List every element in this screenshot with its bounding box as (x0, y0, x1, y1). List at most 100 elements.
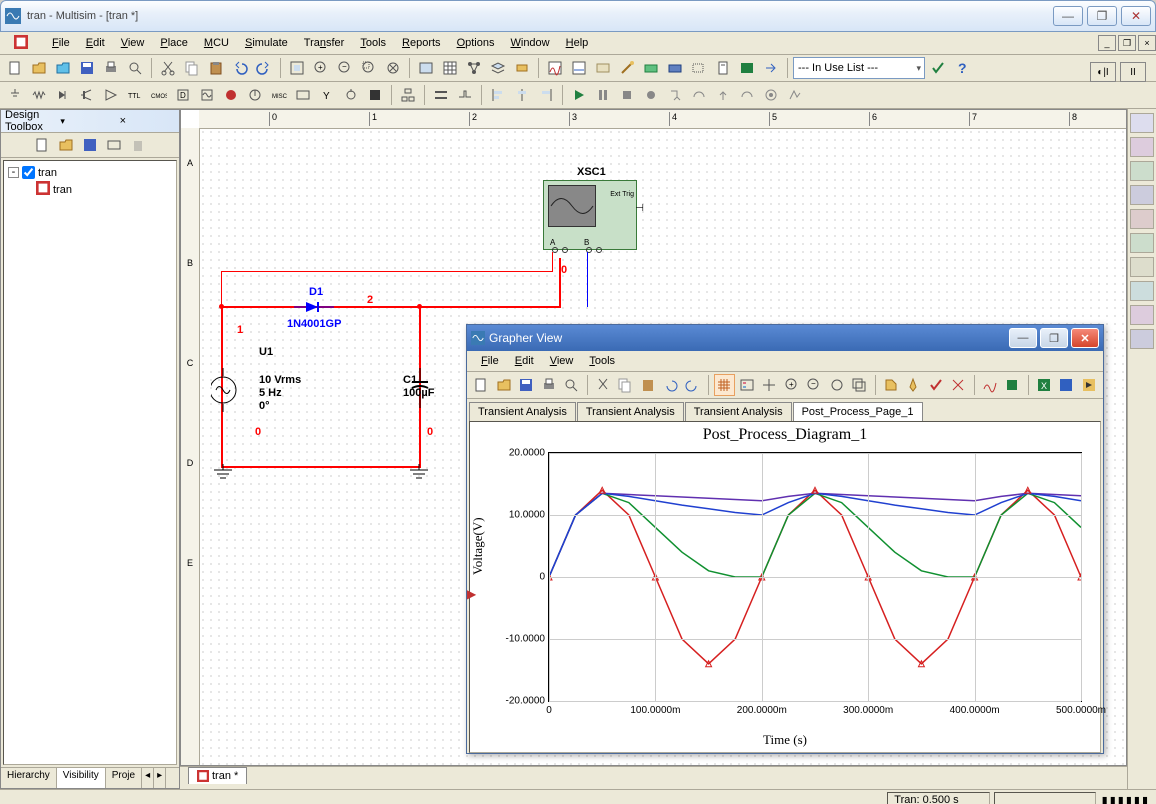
multimeter-icon[interactable] (1130, 113, 1154, 133)
mcu-icon[interactable] (364, 84, 386, 106)
in-use-list-dropdown[interactable]: --- In Use List --- (793, 57, 925, 79)
menu-options[interactable]: Options (449, 35, 503, 51)
gmenu-file[interactable]: File (473, 353, 507, 369)
g-zoomout-icon[interactable]: − (804, 374, 825, 396)
open-icon[interactable] (28, 57, 50, 79)
word-gen-icon[interactable] (1130, 281, 1154, 301)
g-tag-icon[interactable] (881, 374, 902, 396)
g-marker-icon[interactable] (903, 374, 924, 396)
component-icon[interactable] (511, 57, 533, 79)
cut-icon[interactable] (157, 57, 179, 79)
postprocess-icon[interactable] (568, 57, 590, 79)
check-icon[interactable] (927, 57, 949, 79)
g-zoomfit-icon[interactable] (827, 374, 848, 396)
db-icon[interactable] (415, 57, 437, 79)
grapher-close[interactable]: ✕ (1071, 328, 1099, 348)
delete-icon[interactable] (127, 134, 149, 156)
align-right-icon[interactable] (535, 84, 557, 106)
run-icon[interactable] (568, 84, 590, 106)
mdi-restore[interactable]: ❐ (1118, 35, 1136, 51)
junction-icon[interactable] (454, 84, 476, 106)
gmenu-tools[interactable]: Tools (581, 353, 623, 369)
menu-place[interactable]: Place (152, 35, 196, 51)
g-zoomin-icon[interactable]: + (782, 374, 803, 396)
step-back-icon[interactable] (736, 84, 758, 106)
logic-converter-icon[interactable] (1130, 329, 1154, 349)
trace-icon[interactable] (784, 84, 806, 106)
g-save-icon[interactable] (516, 374, 537, 396)
breadboard-icon[interactable] (592, 57, 614, 79)
copy-icon[interactable] (181, 57, 203, 79)
wattmeter-icon[interactable] (1130, 161, 1154, 181)
grapher-window[interactable]: Grapher View — ❐ ✕ File Edit View Tools … (466, 324, 1104, 754)
4ch-scope-icon[interactable] (1130, 209, 1154, 229)
minimize-button[interactable]: — (1053, 6, 1083, 26)
undo-icon[interactable] (229, 57, 251, 79)
design-tree[interactable]: - tran tran (3, 160, 177, 765)
ttl-icon[interactable]: TTL (124, 84, 146, 106)
tab-visibility[interactable]: Visibility (57, 768, 106, 788)
pause-icon2[interactable]: II (1120, 62, 1146, 82)
misc-digital-icon[interactable]: D (172, 84, 194, 106)
oscilloscope-icon[interactable] (1130, 185, 1154, 205)
g-clear-icon[interactable] (948, 374, 969, 396)
g-paste-icon[interactable] (638, 374, 659, 396)
bode-icon[interactable] (1130, 233, 1154, 253)
redo-icon[interactable] (253, 57, 275, 79)
hierarchy-icon[interactable] (397, 84, 419, 106)
forward-icon[interactable] (760, 57, 782, 79)
gtab-0[interactable]: Transient Analysis (469, 402, 576, 421)
g-labview-icon[interactable] (1079, 374, 1100, 396)
tree-root[interactable]: - tran (8, 165, 172, 180)
open-sample-icon[interactable] (52, 57, 74, 79)
menu-help[interactable]: Help (558, 35, 597, 51)
doc-tab-tran[interactable]: tran * (188, 767, 247, 784)
record-icon[interactable] (640, 84, 662, 106)
tree-child[interactable]: tran (36, 180, 172, 199)
tree-expand-icon[interactable]: - (8, 167, 19, 178)
mdi-minimize[interactable]: _ (1098, 35, 1116, 51)
cmos-icon[interactable]: CMOS (148, 84, 170, 106)
g-export-icon[interactable] (1002, 374, 1023, 396)
opamp-icon[interactable] (100, 84, 122, 106)
grapher-minimize[interactable]: — (1009, 328, 1037, 348)
menu-mcu[interactable]: MCU (196, 35, 237, 51)
elvis-icon[interactable] (640, 57, 662, 79)
maximize-button[interactable]: ❐ (1087, 6, 1117, 26)
mdi-close[interactable]: × (1138, 35, 1156, 51)
menu-transfer[interactable]: Transfer (296, 35, 353, 51)
mixed-icon[interactable] (196, 84, 218, 106)
breakpoint-icon[interactable] (760, 84, 782, 106)
panel-menu-icon[interactable]: ▾ (60, 116, 115, 127)
elvis2-icon[interactable] (664, 57, 686, 79)
g-excel-icon[interactable]: X (1033, 374, 1054, 396)
g-copy-icon[interactable] (615, 374, 636, 396)
nets-icon[interactable] (463, 57, 485, 79)
print-preview-icon[interactable] (124, 57, 146, 79)
pause-icon[interactable] (592, 84, 614, 106)
tab-scroll-right[interactable]: ▸ (154, 768, 166, 788)
save-project-icon[interactable] (79, 134, 101, 156)
indicator-icon[interactable] (220, 84, 242, 106)
align-left-icon[interactable] (487, 84, 509, 106)
gtab-3[interactable]: Post_Process_Page_1 (793, 402, 923, 421)
oscilloscope-xsc1[interactable]: Ext Trig ⊣ A B (543, 180, 637, 250)
g-undo-icon[interactable] (660, 374, 681, 396)
find-icon[interactable] (688, 57, 710, 79)
gmenu-view[interactable]: View (542, 353, 582, 369)
g-preview-icon[interactable] (561, 374, 582, 396)
diode-icon[interactable] (52, 84, 74, 106)
g-legend-icon[interactable] (737, 374, 758, 396)
step-into-icon[interactable] (664, 84, 686, 106)
close-button[interactable]: ✕ (1121, 6, 1151, 26)
menu-file[interactable]: File (44, 35, 78, 51)
options-icon[interactable] (712, 57, 734, 79)
stop-icon[interactable] (616, 84, 638, 106)
gtab-1[interactable]: Transient Analysis (577, 402, 684, 421)
electromech-icon[interactable] (340, 84, 362, 106)
switch-on-icon[interactable]: ◐|I (1090, 62, 1116, 82)
grapher-icon[interactable] (544, 57, 566, 79)
func-gen-icon[interactable] (1130, 137, 1154, 157)
spreadsheet-icon[interactable] (439, 57, 461, 79)
zoom-full-icon[interactable] (286, 57, 308, 79)
